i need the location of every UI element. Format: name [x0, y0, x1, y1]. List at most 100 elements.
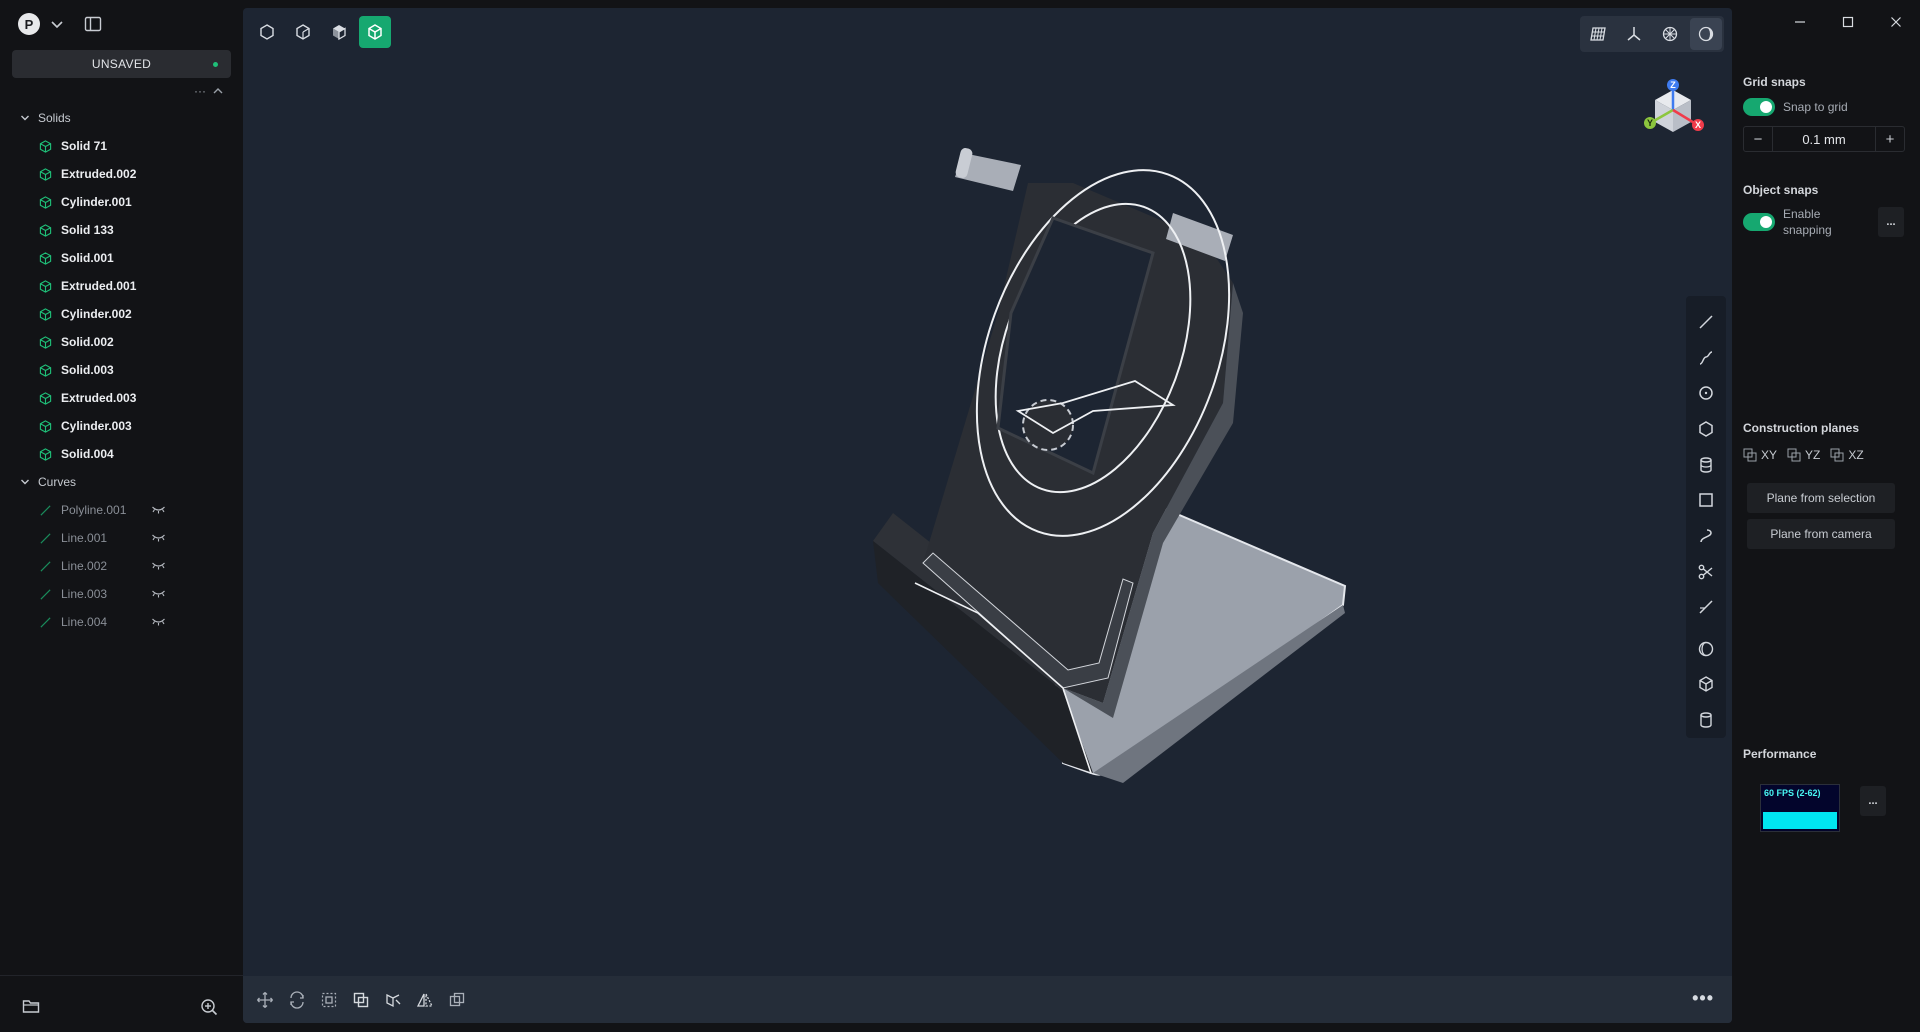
enable-snapping-toggle[interactable] — [1743, 213, 1775, 231]
plane-yz-button[interactable]: YZ — [1787, 448, 1820, 462]
3d-viewport[interactable]: Z Y X ••• — [243, 8, 1732, 1023]
shaded-view-button[interactable] — [323, 16, 355, 48]
group-solids[interactable]: Solids — [0, 104, 243, 132]
xray-icon[interactable] — [1654, 18, 1686, 50]
grid-icon[interactable] — [1582, 18, 1614, 50]
user-avatar[interactable]: P — [18, 13, 40, 35]
sidebar-toggle-icon[interactable] — [84, 16, 102, 32]
solid-icon — [39, 335, 52, 349]
enable-snapping-label-line2: snapping — [1783, 223, 1832, 237]
tree-item-solid[interactable]: Extruded.002 — [0, 160, 243, 188]
tree-item-solid[interactable]: Extruded.001 — [0, 272, 243, 300]
wireframe-view-button[interactable] — [251, 16, 283, 48]
folder-icon[interactable] — [22, 998, 40, 1014]
cylinder-tool-icon[interactable] — [1690, 447, 1722, 483]
tree-more-button[interactable]: ··· — [194, 84, 206, 98]
object-snaps-more-button[interactable]: ... — [1878, 207, 1904, 237]
navigation-cube[interactable]: Z Y X — [1628, 76, 1718, 146]
eye-closed-icon[interactable] — [151, 559, 166, 571]
solid-icon — [39, 279, 52, 293]
construction-planes-list: XY YZ XZ — [1743, 448, 1864, 462]
plane-from-camera-button[interactable]: Plane from camera — [1747, 519, 1895, 549]
axes-icon[interactable] — [1618, 18, 1650, 50]
eye-closed-icon[interactable] — [151, 587, 166, 599]
curve-icon — [39, 616, 52, 629]
boolean-icon[interactable] — [445, 988, 469, 1012]
tree-item-solid[interactable]: Cylinder.003 — [0, 412, 243, 440]
close-icon[interactable] — [1872, 0, 1920, 44]
document-status-button[interactable]: UNSAVED — [12, 50, 231, 78]
tree-item-solid[interactable]: Cylinder.002 — [0, 300, 243, 328]
tree-item-label: Cylinder.002 — [61, 307, 132, 321]
group-curves[interactable]: Curves — [0, 468, 243, 496]
tree-item-label: Cylinder.001 — [61, 195, 132, 209]
tree-item-solid[interactable]: Solid.003 — [0, 356, 243, 384]
snap-to-grid-label: Snap to grid — [1783, 100, 1848, 114]
tree-item-solid[interactable]: Extruded.003 — [0, 384, 243, 412]
shaded-edges-view-button[interactable] — [359, 16, 391, 48]
extrude-tool-icon[interactable] — [1690, 702, 1722, 738]
tree-item-label: Solid 71 — [61, 139, 108, 153]
plane-xy-button[interactable]: XY — [1743, 448, 1777, 462]
plane-label: YZ — [1805, 448, 1821, 462]
scale-icon[interactable] — [317, 988, 341, 1012]
eye-closed-icon[interactable] — [151, 531, 166, 543]
line-tool-icon[interactable] — [1690, 304, 1722, 340]
mirror-icon[interactable] — [413, 988, 437, 1012]
grid-size-increment[interactable]: + — [1876, 127, 1904, 151]
polygon-tool-icon[interactable] — [1690, 411, 1722, 447]
tree-item-curve[interactable]: Line.004 — [0, 608, 243, 636]
chevron-down-icon — [20, 477, 30, 487]
viewport-options-toolbar — [1580, 16, 1724, 52]
chevron-down-icon[interactable] — [50, 17, 64, 31]
shell-tool-icon[interactable] — [1690, 631, 1722, 667]
curve-icon — [39, 504, 52, 517]
plane-from-selection-button[interactable]: Plane from selection — [1747, 483, 1895, 513]
duplicate-icon[interactable] — [349, 988, 373, 1012]
curve-tool-icon[interactable] — [1690, 340, 1722, 376]
solid-icon — [39, 447, 52, 461]
curve-icon — [39, 532, 52, 545]
maximize-icon[interactable] — [1824, 0, 1872, 44]
scissors-icon[interactable] — [1690, 554, 1722, 590]
model-phone-stand[interactable] — [763, 143, 1383, 793]
eye-closed-icon[interactable] — [151, 615, 166, 627]
tree-item-curve[interactable]: Polyline.001 — [0, 496, 243, 524]
grid-size-input[interactable]: 0.1 mm — [1772, 127, 1876, 151]
align-icon[interactable] — [381, 988, 405, 1012]
fps-label: 60 FPS (2-62) — [1764, 788, 1821, 798]
tree-item-solid[interactable]: Solid 71 — [0, 132, 243, 160]
minimize-icon[interactable] — [1776, 0, 1824, 44]
plane-xz-button[interactable]: XZ — [1830, 448, 1864, 462]
spline-tool-icon[interactable] — [1690, 518, 1722, 554]
tree-item-curve[interactable]: Line.003 — [0, 580, 243, 608]
circle-tool-icon[interactable] — [1690, 375, 1722, 411]
rotate-icon[interactable] — [285, 988, 309, 1012]
tree-item-solid[interactable]: Solid.004 — [0, 440, 243, 468]
fillet-tool-icon[interactable] — [1690, 589, 1722, 625]
performance-more-button[interactable]: ... — [1860, 786, 1886, 816]
tree-item-solid[interactable]: Solid.002 — [0, 328, 243, 356]
hidden-line-view-button[interactable] — [287, 16, 319, 48]
tree-item-solid[interactable]: Solid.001 — [0, 244, 243, 272]
rectangle-tool-icon[interactable] — [1690, 482, 1722, 518]
tree-item-label: Line.004 — [61, 615, 108, 629]
tree-item-curve[interactable]: Line.001 — [0, 524, 243, 552]
curve-icon — [39, 588, 52, 601]
ambient-occlusion-icon[interactable] — [1690, 18, 1722, 50]
tree-item-solid[interactable]: Solid 133 — [0, 216, 243, 244]
snap-to-grid-toggle[interactable] — [1743, 98, 1775, 116]
sidebar-header: P — [18, 13, 102, 35]
collapse-all-icon[interactable] — [212, 84, 224, 98]
tree-item-curve[interactable]: Line.002 — [0, 552, 243, 580]
tree-item-solid[interactable]: Cylinder.001 — [0, 188, 243, 216]
tree-item-label: Solid.002 — [61, 335, 114, 349]
eye-closed-icon[interactable] — [151, 503, 166, 515]
enable-snapping-label: Enable snapping — [1783, 206, 1832, 238]
solid-icon — [39, 307, 52, 321]
zoom-in-icon[interactable] — [200, 998, 218, 1016]
move-icon[interactable] — [253, 988, 277, 1012]
more-options-button[interactable]: ••• — [1692, 988, 1714, 1009]
box-tool-icon[interactable] — [1690, 667, 1722, 703]
grid-size-decrement[interactable]: − — [1744, 127, 1772, 151]
